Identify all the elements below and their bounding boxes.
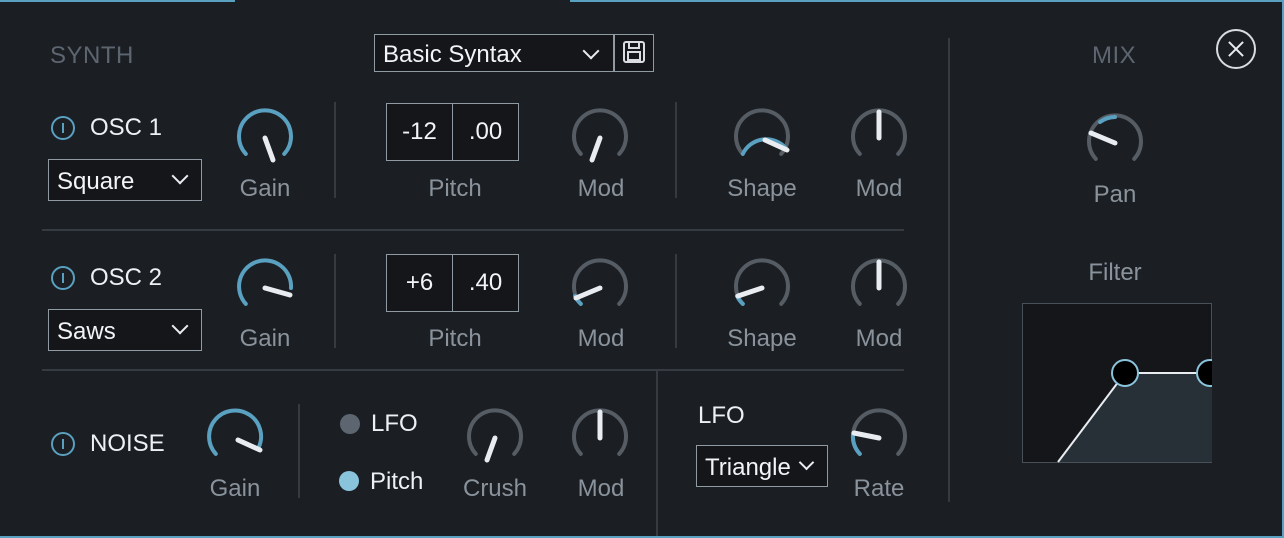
col-divider-osc1-b [675, 102, 677, 198]
filter-label: Filter [1088, 259, 1142, 286]
preset-dropdown[interactable]: Basic Syntax [374, 34, 614, 72]
lfo-shape-dropdown[interactable]: Triangle [696, 445, 828, 487]
filter-cutoff-handle[interactable] [1111, 359, 1139, 387]
osc2-pitch-coarse[interactable]: +6 [386, 254, 453, 312]
osc2-shape-mod-label: Mod [855, 325, 903, 352]
close-button[interactable] [1216, 29, 1256, 69]
col-divider-osc1-a [334, 102, 336, 198]
osc1-pitch-coarse[interactable]: -12 [386, 103, 453, 161]
osc2-wave-dropdown[interactable]: Saws [48, 309, 202, 351]
osc2-pitch-fine[interactable]: .40 [452, 254, 519, 312]
lfo-radio[interactable] [340, 414, 360, 434]
osc1-gain-label: Gain [239, 175, 291, 202]
noise-mod-label: Mod [577, 475, 625, 502]
mix-section-title: MIX [1092, 42, 1137, 69]
frame-top-right-border [570, 0, 1284, 2]
osc2-mod-label: Mod [577, 325, 625, 352]
col-divider-mix [948, 38, 950, 502]
noise-mod-knob[interactable] [570, 408, 630, 468]
noise-gain-knob[interactable] [205, 408, 265, 468]
noise-label: NOISE [90, 430, 165, 457]
chevron-down-icon [171, 317, 189, 335]
osc1-shape-knob[interactable] [732, 108, 792, 168]
osc2-shape-mod-knob[interactable] [849, 258, 909, 318]
pan-knob[interactable] [1085, 113, 1145, 173]
noise-gain-label: Gain [209, 475, 261, 502]
osc2-pitch-label: Pitch [428, 325, 482, 352]
col-divider-osc2-b [675, 254, 677, 348]
lfo-title: LFO [698, 402, 745, 429]
osc1-power-toggle[interactable] [51, 116, 75, 140]
osc1-mod-label: Mod [577, 175, 625, 202]
row-divider-2 [42, 369, 904, 371]
row-divider-1 [42, 229, 904, 231]
osc1-wave-value: Square [57, 168, 135, 195]
osc2-shape-label: Shape [727, 325, 797, 352]
save-preset-button[interactable] [614, 34, 654, 72]
filter-graph[interactable] [1022, 303, 1212, 463]
lfo-radio-label: LFO [371, 410, 418, 437]
pitch-radio[interactable] [339, 471, 359, 491]
lfo-rate-label: Rate [853, 475, 905, 502]
preset-dropdown-value: Basic Syntax [383, 41, 522, 68]
col-divider-noise [298, 404, 300, 498]
col-divider-osc2-a [334, 254, 336, 348]
osc1-shape-label: Shape [727, 175, 797, 202]
osc1-shape-mod-knob[interactable] [849, 108, 909, 168]
save-icon [623, 41, 645, 63]
osc1-pitch-label: Pitch [428, 175, 482, 202]
osc2-wave-value: Saws [57, 318, 116, 345]
col-divider-lfo [656, 371, 658, 536]
osc1-shape-mod-label: Mod [855, 175, 903, 202]
frame-top-left-border [0, 0, 235, 2]
osc1-pitch-fine[interactable]: .00 [452, 103, 519, 161]
lfo-rate-knob[interactable] [849, 408, 909, 468]
lfo-shape-value: Triangle [705, 454, 791, 481]
chevron-down-icon [582, 42, 600, 60]
osc2-power-toggle[interactable] [51, 266, 75, 290]
noise-power-toggle[interactable] [51, 432, 75, 456]
osc2-mod-knob[interactable] [570, 258, 630, 318]
chevron-down-icon [798, 454, 815, 471]
osc2-gain-knob[interactable] [235, 258, 295, 318]
osc2-label: OSC 2 [90, 264, 163, 291]
osc2-gain-label: Gain [239, 325, 291, 352]
osc1-label: OSC 1 [90, 114, 163, 141]
crush-knob[interactable] [465, 408, 525, 468]
osc1-wave-dropdown[interactable]: Square [48, 159, 202, 201]
synth-section-title: SYNTH [50, 42, 134, 69]
osc1-mod-knob[interactable] [570, 108, 630, 168]
crush-label: Crush [462, 475, 528, 502]
pitch-radio-label: Pitch [370, 468, 424, 495]
osc1-gain-knob[interactable] [235, 108, 295, 168]
chevron-down-icon [171, 167, 189, 185]
osc2-shape-knob[interactable] [732, 258, 792, 318]
pan-label: Pan [1093, 181, 1137, 208]
